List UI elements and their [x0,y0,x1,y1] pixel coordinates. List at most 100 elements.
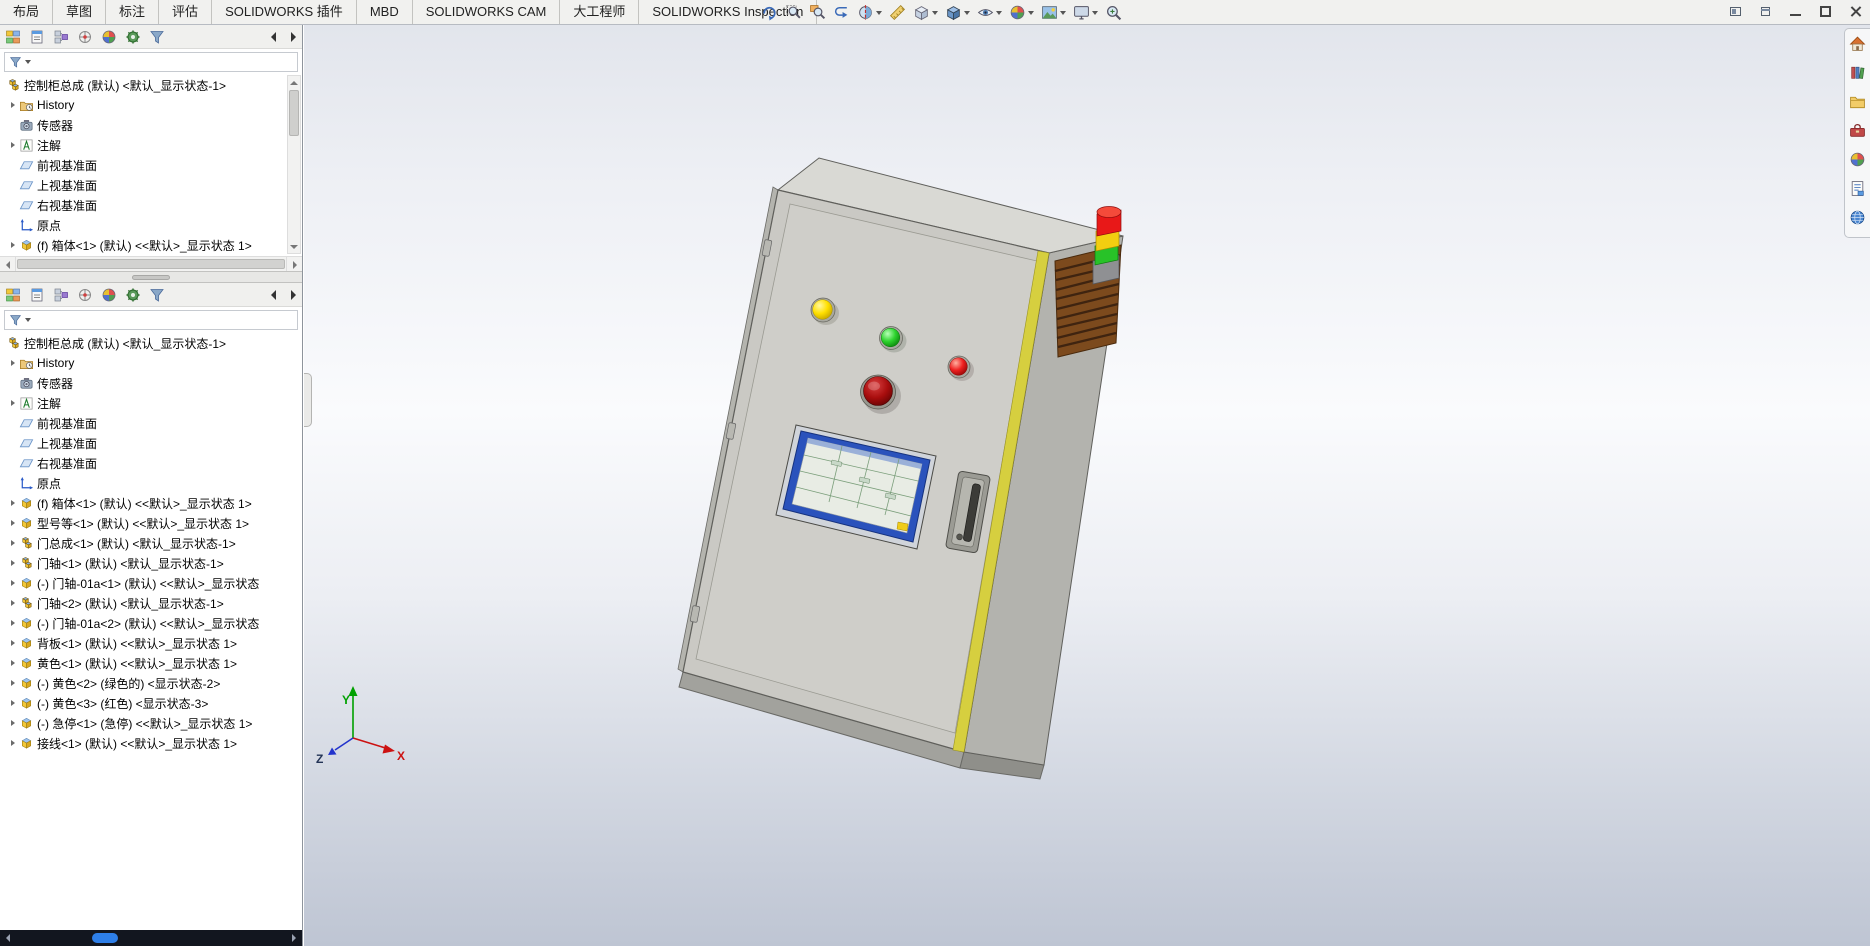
panel-splitter[interactable] [0,271,302,283]
menu-tab[interactable]: SOLIDWORKS 插件 [212,0,357,24]
expand-arrow-icon[interactable] [7,638,18,648]
expand-arrow-icon[interactable] [7,100,18,110]
tree-item[interactable]: (f) 箱体<1> (默认) <<默认>_显示状态 1> [0,493,302,513]
dropdown-caret-icon[interactable] [876,10,882,15]
emergency-stop-button[interactable] [863,376,893,406]
splitter-grip[interactable] [132,274,170,280]
expand-arrow-icon[interactable] [7,658,18,668]
green-button[interactable] [880,327,901,348]
tree-item[interactable]: 注解 [0,393,302,413]
expand-arrow-icon[interactable] [7,678,18,688]
dropdown-caret-icon[interactable] [932,10,938,15]
dropdown-caret-icon[interactable] [1060,10,1066,15]
tree-root-item[interactable]: 控制柜总成 (默认) <默认_显示状态-1> [0,75,302,95]
panel-scroll-right-icon[interactable] [287,30,299,44]
tree-item[interactable]: 门总成<1> (默认) <默认_显示状态-1> [0,533,302,553]
menu-tab[interactable]: 布局 [0,0,54,24]
expand-arrow-icon[interactable] [7,558,18,568]
yellow-button[interactable] [812,299,833,320]
graphics-area[interactable]: Y X Z [304,25,1870,946]
scrollbar-thumb[interactable] [17,259,285,269]
red-button[interactable] [949,357,968,376]
menu-tab[interactable]: 评估 [159,0,213,24]
3d-scene[interactable]: Y X Z [304,25,1870,946]
tree-item[interactable]: (f) 箱体<1> (默认) <<默认>_显示状态 1> [0,235,302,255]
maximize-icon[interactable] [1819,5,1832,18]
part-icon [19,676,34,691]
hide-show-icon [977,4,994,21]
expand-arrow-icon[interactable] [7,618,18,628]
tree-item[interactable]: 门轴<2> (默认) <默认_显示状态-1> [0,593,302,613]
tree-item[interactable]: 传感器 [0,115,302,135]
tree-item[interactable]: 背板<1> (默认) <<默认>_显示状态 1> [0,633,302,653]
tree-item[interactable]: 黄色<1> (默认) <<默认>_显示状态 1> [0,653,302,673]
tree-item[interactable]: 传感器 [0,373,302,393]
scrollbar-thumb[interactable] [289,90,299,136]
expand-arrow-icon[interactable] [7,518,18,528]
window-pane-icon[interactable] [1729,5,1742,18]
menu-tab[interactable]: 草图 [53,0,107,24]
tree-item[interactable]: 上视基准面 [0,175,302,195]
expand-arrow-icon[interactable] [7,398,18,408]
filter-input[interactable] [32,54,297,70]
close-icon[interactable] [1849,5,1862,18]
dropdown-caret-icon[interactable] [996,10,1002,15]
tree-item[interactable]: 上视基准面 [0,433,302,453]
tree-item[interactable]: 注解 [0,135,302,155]
tree-item[interactable]: 原点 [0,215,302,235]
tree-item[interactable]: (-) 黄色<3> (红色) <显示状态-3> [0,693,302,713]
tree-item[interactable]: 前视基准面 [0,155,302,175]
filter-caret-icon[interactable] [25,60,31,64]
expand-arrow-icon[interactable] [7,698,18,708]
expand-arrow-icon[interactable] [7,140,18,150]
scroll-down-icon[interactable] [288,240,300,253]
panel-resize-handle[interactable] [304,373,312,427]
expand-arrow-icon[interactable] [7,538,18,548]
expand-arrow-icon[interactable] [7,498,18,508]
expand-arrow-icon[interactable] [7,738,18,748]
tree-item[interactable]: 型号等<1> (默认) <<默认>_显示状态 1> [0,513,302,533]
menu-tab[interactable]: MBD [357,0,413,24]
signal-tower[interactable] [1092,206,1122,285]
filter-input[interactable] [32,312,297,328]
menu-tab[interactable]: 标注 [106,0,160,24]
tree-item[interactable]: History [0,95,302,115]
scrollbar-thumb[interactable] [92,933,118,943]
panel-scroll-right-icon[interactable] [287,288,299,302]
tree-item[interactable]: 接线<1> (默认) <<默认>_显示状态 1> [0,733,302,753]
menu-tab[interactable]: 大工程师 [560,0,640,24]
expand-arrow-icon[interactable] [7,578,18,588]
expand-arrow-icon[interactable] [7,598,18,608]
tree-item[interactable]: 门轴<1> (默认) <默认_显示状态-1> [0,553,302,573]
dropdown-caret-icon[interactable] [1028,10,1034,15]
tree-item[interactable]: (-) 门轴-01a<1> (默认) <<默认>_显示状态 [0,573,302,593]
minimize-icon[interactable] [1789,5,1802,18]
expand-arrow-icon[interactable] [7,240,18,250]
dropdown-caret-icon[interactable] [1092,10,1098,15]
filter-caret-icon[interactable] [25,318,31,322]
menu-tab[interactable]: SOLIDWORKS CAM [413,0,561,24]
panel-scroll-left-icon[interactable] [267,288,279,302]
expand-arrow-icon[interactable] [7,718,18,728]
scroll-left-icon[interactable] [0,257,16,271]
dropdown-caret-icon[interactable] [964,10,970,15]
tree-item[interactable]: (-) 黄色<2> (绿色的) <显示状态-2> [0,673,302,693]
tree-root-item[interactable]: 控制柜总成 (默认) <默认_显示状态-1> [0,333,302,353]
expand-arrow-icon[interactable] [7,358,18,368]
scroll-right-icon[interactable] [286,930,302,946]
filter-funnel-icon[interactable] [9,314,22,327]
tree-item[interactable]: 右视基准面 [0,453,302,473]
panel-scroll-left-icon[interactable] [267,30,279,44]
scroll-left-icon[interactable] [0,930,16,946]
tree-item[interactable]: 前视基准面 [0,413,302,433]
tree-item[interactable]: 原点 [0,473,302,493]
filter-funnel-icon[interactable] [9,56,22,69]
cabinet-model[interactable] [677,157,1124,780]
tree-item[interactable]: (-) 门轴-01a<2> (默认) <<默认>_显示状态 [0,613,302,633]
tree-item[interactable]: History [0,353,302,373]
window-grid-icon[interactable] [1759,5,1772,18]
tree-item[interactable]: 右视基准面 [0,195,302,215]
tree-item[interactable]: (-) 急停<1> (急停) <<默认>_显示状态 1> [0,713,302,733]
scroll-right-icon[interactable] [286,257,302,271]
scroll-up-icon[interactable] [288,76,300,89]
